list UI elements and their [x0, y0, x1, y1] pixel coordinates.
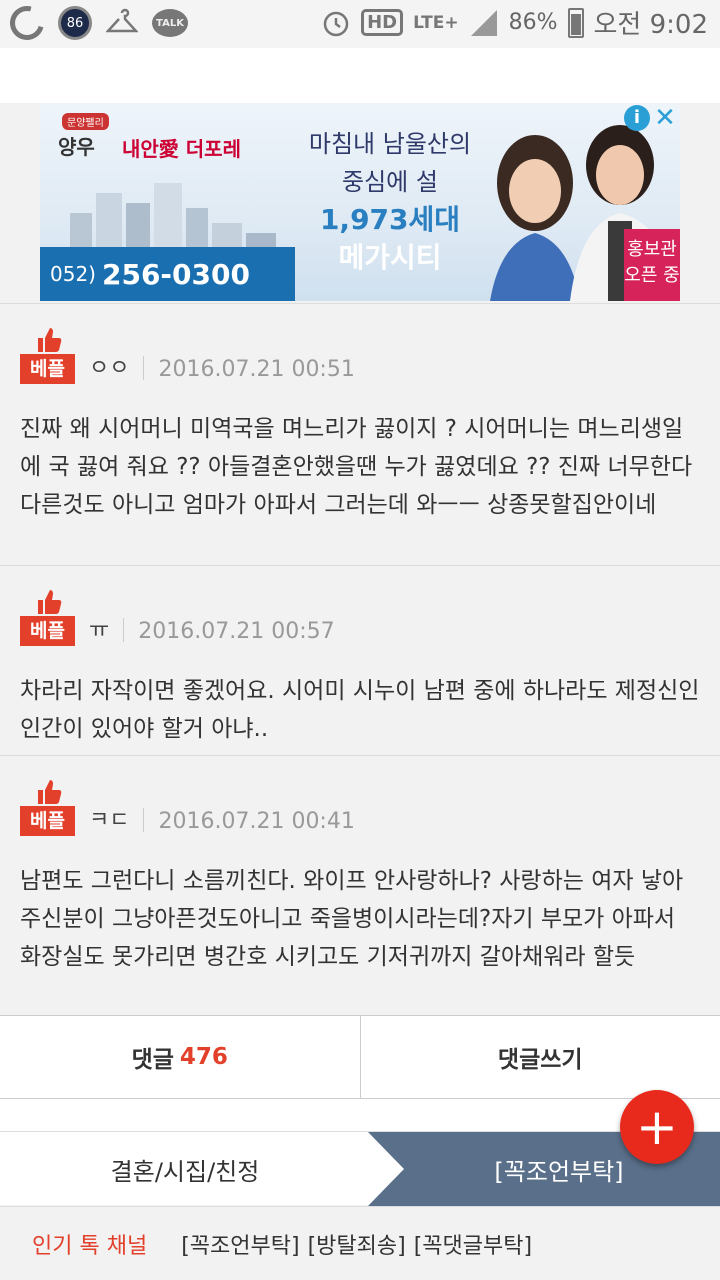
ad-headline-line1: 마침내 남울산의	[308, 130, 472, 158]
popular-link[interactable]: [꼭댓글부탁]	[414, 1228, 532, 1260]
best-comments-list: 베플 ㅇㅇ 2016.07.21 00:51 진짜 왜 시어머니 미역국을 며느…	[0, 303, 720, 1015]
hanger-icon	[106, 8, 138, 33]
comment-date: 2016.07.21 00:41	[158, 809, 355, 834]
thumbs-up-icon	[38, 328, 62, 352]
ad-banner[interactable]: 문양팰리 양우 내안愛 더포레 마침내 남울산의 중심에 설 1,973세대 메…	[40, 103, 680, 301]
best-badge-label: 베플	[20, 806, 75, 836]
list-item: 베플 ㅇㅇ 2016.07.21 00:51 진짜 왜 시어머니 미역국을 며느…	[0, 303, 720, 565]
app-g-icon	[3, 0, 51, 47]
spacer	[0, 1099, 720, 1131]
best-badge: 베플	[20, 778, 75, 836]
battery-percent: 86%	[508, 10, 558, 35]
ad-brand: 양우	[58, 135, 95, 159]
ad-headline-line2: 중심에 설	[342, 168, 438, 196]
best-badge-label: 베플	[20, 354, 75, 384]
divider	[143, 808, 145, 832]
thumbs-up-icon	[38, 780, 62, 804]
comments-count: 476	[179, 1044, 228, 1070]
notification-badge-icon: 86	[58, 6, 92, 40]
comment-date: 2016.07.21 00:51	[158, 357, 355, 382]
comment-header: 베플 ㅋㄷ 2016.07.21 00:41	[20, 776, 700, 836]
write-comment-button[interactable]: 댓글쓰기	[359, 1016, 720, 1098]
comment-author: ㅠ	[89, 618, 110, 643]
comments-button[interactable]: 댓글 476	[0, 1016, 360, 1098]
clock: 오전 9:02	[593, 10, 709, 40]
comment-author: ㅋㄷ	[89, 808, 130, 833]
ad-info-icon[interactable]: i	[624, 105, 650, 131]
popular-channels: 인기 톡 채널 [꼭조언부탁] [방탈죄송] [꼭댓글부탁]	[0, 1206, 720, 1280]
alarm-icon	[323, 11, 349, 36]
ad-phone: 052) 256-0300	[40, 247, 295, 301]
list-item: 베플 ㅠ 2016.07.21 00:57 차라리 자작이면 좋겠어요. 시어미…	[0, 565, 720, 755]
ad-phone-number: 256-0300	[101, 257, 250, 291]
battery-icon	[567, 7, 584, 38]
divider	[123, 618, 125, 642]
comment-date: 2016.07.21 00:57	[138, 619, 335, 644]
popular-link[interactable]: [꼭조언부탁]	[181, 1228, 299, 1260]
comment-header: 베플 ㅠ 2016.07.21 00:57	[20, 586, 700, 646]
best-badge-label: 베플	[20, 616, 75, 646]
list-item: 베플 ㅋㄷ 2016.07.21 00:41 남편도 그런다니 소름끼친다. 와…	[0, 755, 720, 1015]
network-type-label: LTE+	[413, 12, 459, 33]
ad-container: 문양팰리 양우 내안愛 더포레 마침내 남울산의 중심에 설 1,973세대 메…	[0, 103, 720, 303]
comment-author: ㅇㅇ	[89, 356, 130, 381]
ad-open-badge: 홍보관 오픈 중	[624, 229, 680, 301]
popular-label: 인기 톡 채널	[32, 1233, 148, 1259]
ad-headline-line4: 메가시티	[338, 241, 442, 274]
top-strip	[0, 48, 720, 103]
best-badge: 베플	[20, 326, 75, 384]
signal-icon	[470, 9, 497, 36]
comment-actions: 댓글 476 댓글쓰기	[0, 1015, 720, 1099]
add-fab-button[interactable]: +	[620, 1090, 694, 1164]
comment-body: 차라리 자작이면 좋겠어요. 시어미 시누이 남편 중에 하나라도 제정신인 인…	[20, 678, 700, 742]
ad-open-line1: 홍보관	[627, 239, 677, 260]
divider	[143, 356, 145, 380]
hd-voice-icon: HD	[361, 9, 404, 36]
ad-brand-tag: 문양팰리	[62, 113, 109, 130]
popular-link[interactable]: [방탈죄송]	[308, 1228, 406, 1260]
ad-headline-line3: 1,973세대	[319, 203, 461, 236]
ad-brand-name: 내안愛 더포레	[122, 137, 241, 161]
breadcrumb-category[interactable]: 결혼/시집/친정	[0, 1132, 370, 1206]
comment-body: 남편도 그런다니 소름끼친다. 와이프 안사랑하나? 사랑하는 여자 낳아주신분…	[20, 868, 684, 970]
talk-icon: TALK	[152, 9, 188, 37]
ad-close-icon[interactable]: ✕	[652, 105, 678, 131]
breadcrumb: 결혼/시집/친정 [꼭조언부탁]	[0, 1131, 720, 1206]
status-bar: 86 TALK HD LTE+ 86% 오전 9:02	[0, 0, 720, 48]
ad-open-line2: 오픈 중	[624, 265, 680, 286]
breadcrumb-arrow-icon	[368, 1132, 404, 1206]
comment-body: 진짜 왜 시어머니 미역국을 며느리가 끓이지 ? 시어머니는 며느리생일에 국…	[20, 416, 693, 518]
comment-header: 베플 ㅇㅇ 2016.07.21 00:51	[20, 324, 700, 384]
thumbs-up-icon	[38, 590, 62, 614]
best-badge: 베플	[20, 588, 75, 646]
comments-label: 댓글	[131, 1047, 174, 1073]
ad-phone-area: 052)	[50, 262, 96, 286]
ad-headline: 마침내 남울산의 중심에 설 1,973세대 메가시티	[290, 125, 490, 277]
